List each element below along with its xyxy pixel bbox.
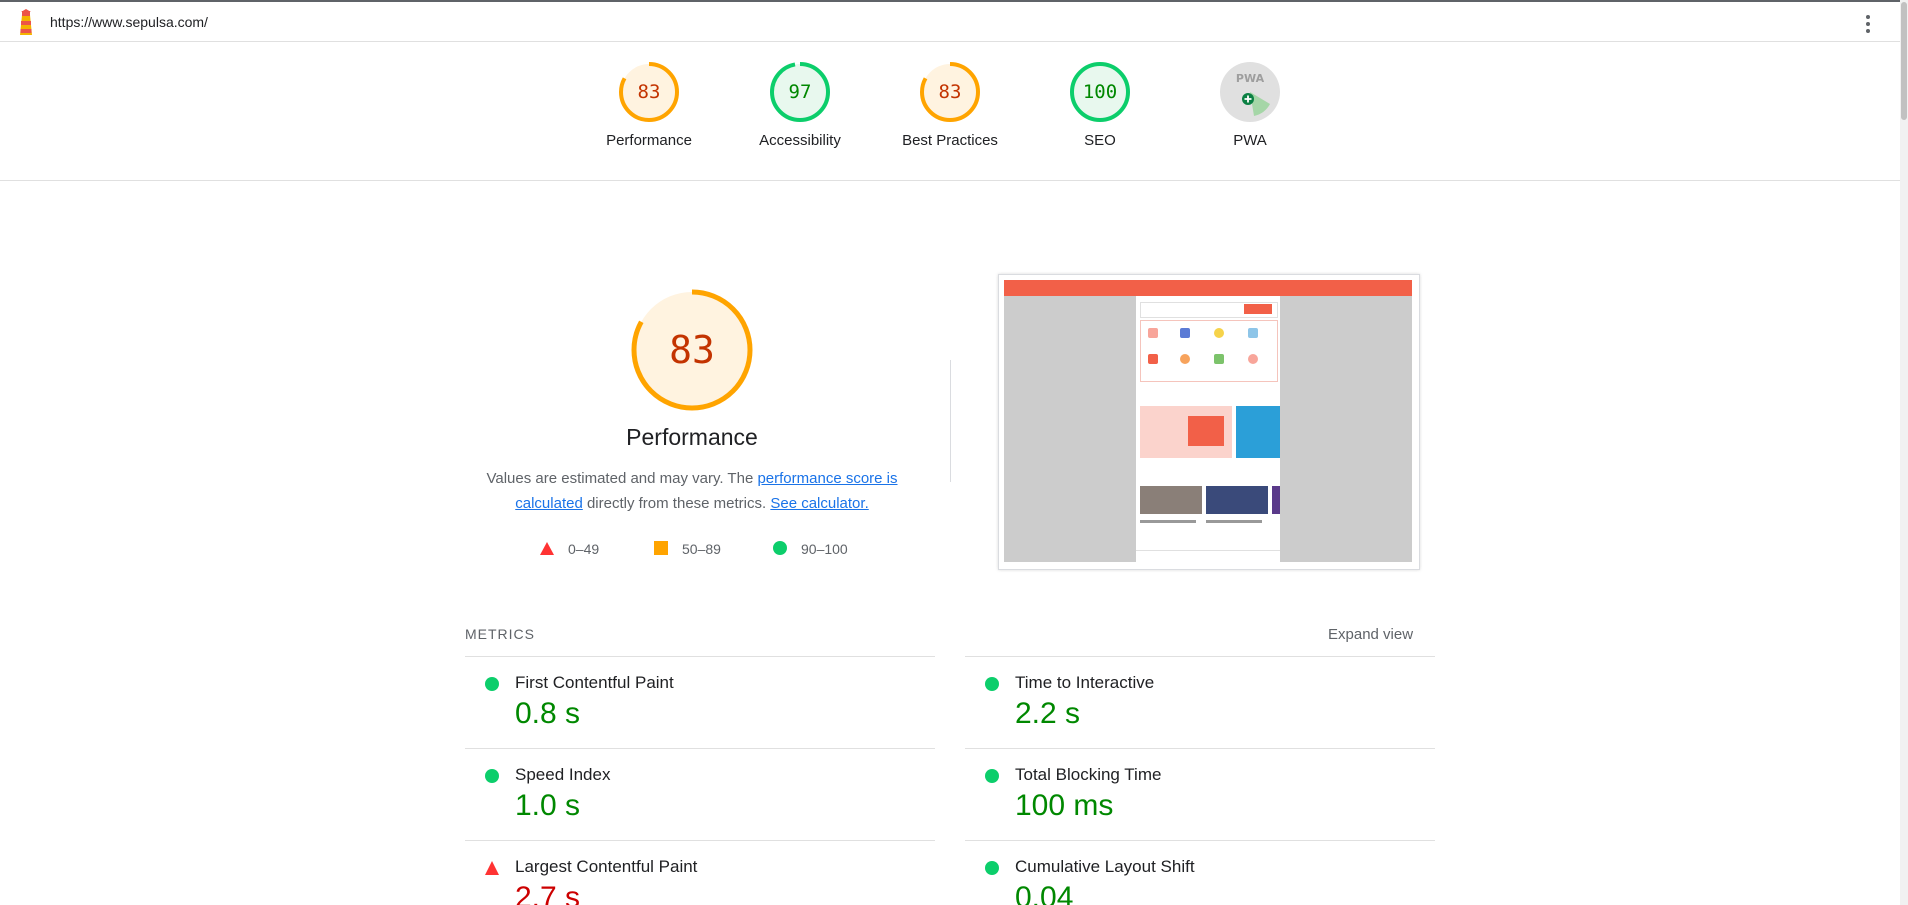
- performance-gauge: 83: [626, 284, 758, 421]
- pass-circle-icon: [985, 769, 999, 783]
- gauge-pwa[interactable]: PWA PWA: [1175, 60, 1325, 149]
- gauge-label: Accessibility: [759, 132, 841, 149]
- metric-total-blocking-time: Total Blocking Time 100 ms: [965, 748, 1435, 840]
- see-calculator-link[interactable]: See calculator.: [770, 495, 868, 512]
- legend-label: 90–100: [801, 541, 848, 557]
- metric-name: Total Blocking Time: [1015, 765, 1162, 784]
- svg-text:83: 83: [638, 81, 661, 103]
- metric-value: 2.7 s: [515, 881, 581, 905]
- gauge-ring: 100: [1070, 62, 1130, 122]
- gauge-best-practices[interactable]: 83 Best Practices: [875, 60, 1025, 149]
- metric-name: Largest Contentful Paint: [515, 857, 698, 876]
- svg-text:83: 83: [939, 81, 962, 103]
- expand-view-button[interactable]: Expand view: [1328, 626, 1413, 643]
- final-screenshot: [998, 274, 1420, 570]
- legend-label: 50–89: [682, 541, 721, 557]
- report-url[interactable]: https://www.sepulsa.com/: [50, 14, 208, 30]
- pwa-badge-icon: PWA: [1220, 62, 1280, 122]
- desc-text: Values are estimated and may vary. The: [486, 470, 758, 487]
- gauge-ring: 83: [920, 62, 980, 122]
- metric-name: Time to Interactive: [1015, 673, 1155, 692]
- gauge-accessibility[interactable]: 97 Accessibility: [725, 60, 875, 149]
- scrollbar-thumb[interactable]: [1901, 2, 1907, 120]
- metric-value: 2.2 s: [1015, 697, 1081, 730]
- gauge-seo[interactable]: 100 SEO: [1025, 60, 1175, 149]
- metric-time-to-interactive: Time to Interactive 2.2 s: [965, 656, 1435, 748]
- metric-value: 0.04: [1015, 881, 1074, 905]
- gauge-label: SEO: [1084, 132, 1116, 149]
- metric-value: 100 ms: [1015, 789, 1114, 822]
- legend-label: 0–49: [568, 541, 600, 557]
- performance-description: Values are estimated and may vary. The p…: [470, 466, 914, 516]
- pass-circle-icon: [985, 677, 999, 691]
- fail-triangle-icon: [485, 861, 499, 875]
- report-topbar: https://www.sepulsa.com/: [0, 0, 1900, 42]
- gauge-label: PWA: [1233, 132, 1267, 149]
- gauge-ring: 97: [770, 62, 830, 122]
- metric-name: Cumulative Layout Shift: [1015, 857, 1195, 876]
- gauge-label: Best Practices: [902, 132, 998, 149]
- metric-value: 0.8 s: [515, 697, 581, 730]
- metric-first-contentful-paint: First Contentful Paint 0.8 s: [465, 656, 935, 748]
- kebab-menu-icon[interactable]: [1860, 12, 1876, 34]
- pass-circle-icon: [485, 769, 499, 783]
- svg-text:83: 83: [669, 328, 715, 372]
- lighthouse-icon: [14, 9, 38, 37]
- pass-circle-icon: [485, 677, 499, 691]
- performance-title: Performance: [626, 424, 758, 450]
- page-scrollbar[interactable]: [1900, 0, 1908, 905]
- circle-icon: [773, 541, 787, 555]
- gauge-ring: 83: [619, 62, 679, 122]
- metric-value: 1.0 s: [515, 789, 581, 822]
- metrics-heading: METRICS: [465, 626, 535, 642]
- triangle-icon: [540, 542, 554, 555]
- svg-text:100: 100: [1083, 81, 1117, 103]
- desc-text: directly from these metrics.: [582, 495, 771, 512]
- metric-cumulative-layout-shift: Cumulative Layout Shift 0.04: [965, 840, 1435, 905]
- metric-largest-contentful-paint: Largest Contentful Paint 2.7 s: [465, 840, 935, 905]
- vertical-divider: [950, 360, 951, 482]
- screenshot-image: [1004, 280, 1412, 562]
- svg-text:PWA: PWA: [1236, 72, 1265, 85]
- metric-name: First Contentful Paint: [515, 673, 674, 692]
- score-summary: 83 Performance 97 Accessibility 83 Best …: [0, 42, 1900, 181]
- gauge-performance[interactable]: 83 Performance: [574, 60, 724, 149]
- gauge-label: Performance: [606, 132, 692, 149]
- metric-speed-index: Speed Index 1.0 s: [465, 748, 935, 840]
- metric-name: Speed Index: [515, 765, 611, 784]
- square-icon: [654, 541, 668, 555]
- svg-text:97: 97: [789, 81, 812, 103]
- pass-circle-icon: [985, 861, 999, 875]
